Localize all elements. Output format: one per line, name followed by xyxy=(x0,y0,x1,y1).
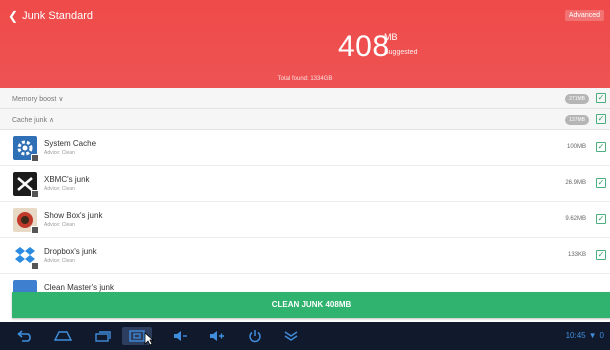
chevron-left-icon: ❮ xyxy=(8,9,19,23)
power-icon[interactable] xyxy=(244,327,266,345)
total-found: Total found: 1334GB xyxy=(277,76,333,82)
status-area: 10:45 ▼ 0 xyxy=(566,331,604,340)
item-name: Show Box's junk xyxy=(44,211,103,220)
item-size: 133KB xyxy=(567,252,586,258)
item-advice: Advice: Clean xyxy=(44,258,75,264)
header-banner: ❮ Junk Standard Advanced 408 MB Suggeste… xyxy=(0,0,610,88)
mouse-cursor-icon xyxy=(144,332,155,350)
clock-time: 10:45 xyxy=(565,331,586,340)
section-memory-boost[interactable]: Memory boost ∨ 271MB ✓ xyxy=(0,88,610,109)
section-checkbox[interactable]: ✓ xyxy=(596,93,606,103)
advanced-button[interactable]: Advanced xyxy=(564,10,604,21)
recent-apps-icon[interactable] xyxy=(92,327,114,345)
item-checkbox[interactable]: ✓ xyxy=(596,214,606,224)
list-item[interactable]: System Cache Advice: Clean 100MB ✓ xyxy=(0,130,610,166)
item-advice: Advice: Clean xyxy=(44,186,75,192)
size-pill: 271MB xyxy=(565,94,589,104)
chevron-down-icon: ∨ xyxy=(58,96,64,103)
section-cache-junk[interactable]: Cache junk ∧ 137MB ✓ xyxy=(0,109,610,130)
xbmc-icon xyxy=(13,172,39,198)
chevron-up-icon: ∧ xyxy=(49,117,55,124)
item-checkbox[interactable]: ✓ xyxy=(596,178,606,188)
list-item[interactable]: Dropbox's junk Advice: Clean 133KB ✓ xyxy=(0,238,610,274)
item-name: Dropbox's junk xyxy=(44,247,97,256)
page-title: Junk Standard xyxy=(22,10,93,22)
volume-up-icon[interactable] xyxy=(206,327,228,345)
list-item[interactable]: XBMC's junk Advice: Clean 26.9MB ✓ xyxy=(0,166,610,202)
wifi-icon: ▼ xyxy=(588,331,597,340)
item-size: 100MB xyxy=(566,144,586,150)
section-label: Memory boost ∨ xyxy=(12,96,64,103)
item-advice: Advice: Clean xyxy=(44,150,75,156)
home-nav-icon[interactable] xyxy=(52,327,74,345)
back-button[interactable]: ❮ Junk Standard xyxy=(8,10,93,22)
system-navbar: 10:45 ▼ 0 xyxy=(0,322,610,350)
item-name: XBMC's junk xyxy=(44,175,90,184)
item-name: System Cache xyxy=(44,139,97,148)
gear-icon xyxy=(13,136,39,162)
junk-size-unit: MB xyxy=(384,32,398,42)
item-checkbox[interactable]: ✓ xyxy=(596,250,606,260)
list-item[interactable]: Show Box's junk Advice: Clean 9.62MB ✓ xyxy=(0,202,610,238)
item-size: 26.9MB xyxy=(565,180,586,186)
suggested-label: Suggested xyxy=(384,49,418,56)
signal-count: 0 xyxy=(599,331,604,340)
dropbox-icon xyxy=(13,244,39,270)
section-label: Cache junk ∧ xyxy=(12,117,55,124)
showbox-icon xyxy=(13,208,39,234)
item-name: Clean Master's junk xyxy=(44,283,114,292)
back-nav-icon[interactable] xyxy=(14,327,36,345)
chevron-double-down-icon[interactable] xyxy=(280,327,302,345)
clean-junk-button[interactable]: CLEAN JUNK 408MB xyxy=(12,292,610,318)
item-checkbox[interactable]: ✓ xyxy=(596,142,606,152)
item-size: 9.62MB xyxy=(565,216,586,222)
volume-down-icon[interactable] xyxy=(170,327,192,345)
junk-size-value: 408 xyxy=(338,30,390,63)
item-advice: Advice: Clean xyxy=(44,222,75,228)
section-checkbox[interactable]: ✓ xyxy=(596,114,606,124)
size-pill: 137MB xyxy=(565,115,589,125)
